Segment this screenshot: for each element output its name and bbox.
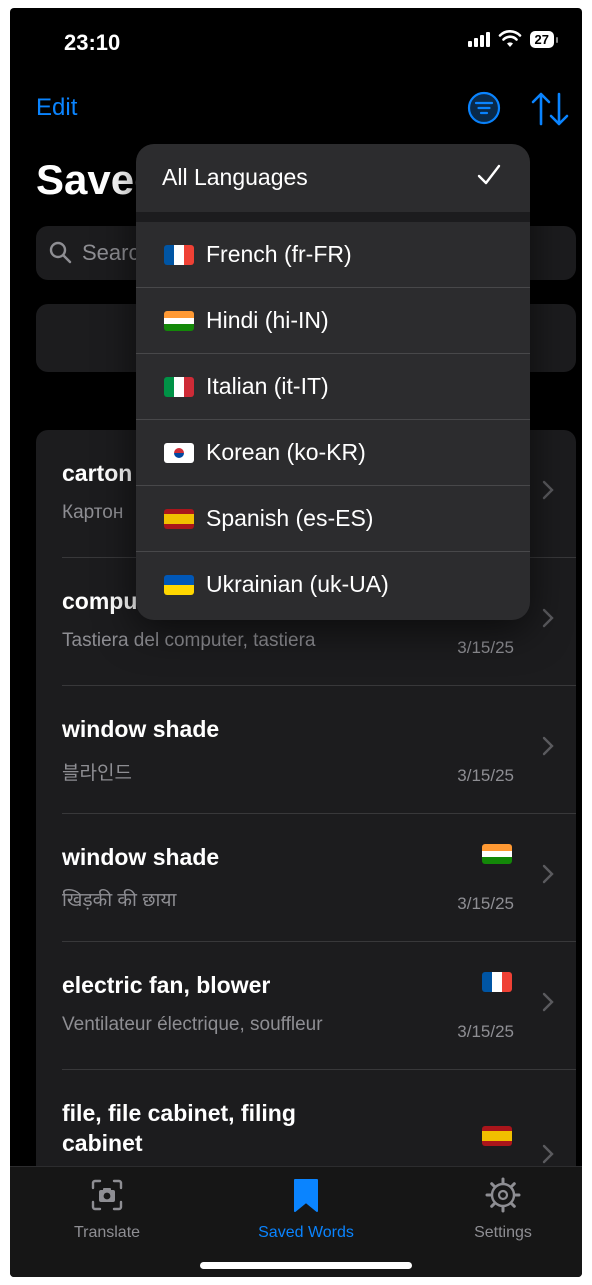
status-time: 23:10	[64, 30, 121, 55]
list-item[interactable]: window shade 블라인드 3/15/25	[36, 686, 576, 814]
flag-es-icon	[164, 509, 194, 529]
chevron-right-icon	[542, 480, 554, 500]
word-term: file, file cabinet, filing cabinet	[62, 1100, 296, 1156]
camera-icon	[91, 1179, 123, 1211]
menu-item-label: Hindi (hi-IN)	[206, 307, 329, 333]
word-translation: 블라인드	[62, 763, 132, 784]
chevron-right-icon	[542, 864, 554, 884]
tab-label: Translate	[73, 1224, 141, 1241]
phone-screen: 23:10 27 Edit Saved Words Search	[10, 8, 582, 1277]
chevron-right-icon	[542, 736, 554, 756]
word-translation: Ventilateur électrique, souffleur	[62, 1014, 323, 1035]
edit-button[interactable]: Edit	[36, 94, 77, 122]
bookmark-icon	[294, 1179, 318, 1212]
word-translation: Картон	[62, 502, 124, 523]
word-term: window shade	[62, 716, 220, 742]
menu-item-label: Italian (it-IT)	[206, 373, 329, 399]
word-date: 3/15/25	[457, 766, 514, 785]
menu-item-korean[interactable]: Korean (ko-KR)	[136, 420, 530, 486]
flag-es-icon	[482, 1126, 512, 1146]
menu-item-ukrainian[interactable]: Ukrainian (uk-UA)	[136, 552, 530, 618]
tab-saved-words[interactable]: Saved Words	[231, 1177, 381, 1242]
word-term: window shade	[62, 844, 220, 870]
battery-indicator: 27	[529, 30, 559, 48]
flag-kr-icon	[164, 443, 194, 463]
flag-fr-icon	[164, 245, 194, 265]
flag-it-icon	[164, 377, 194, 397]
menu-item-french[interactable]: French (fr-FR)	[136, 222, 530, 288]
flag-fr-icon	[482, 972, 512, 992]
word-term: carton	[62, 460, 133, 486]
menu-item-italian[interactable]: Italian (it-IT)	[136, 354, 530, 420]
word-term: compu	[62, 588, 138, 614]
filter-icon[interactable]	[466, 90, 502, 126]
tab-translate[interactable]: Translate	[32, 1177, 182, 1242]
flag-ua-icon	[164, 575, 194, 595]
gear-icon	[485, 1177, 521, 1213]
menu-item-label: French (fr-FR)	[206, 241, 352, 267]
menu-item-label: Korean (ko-KR)	[206, 439, 366, 465]
flag-in-icon	[164, 311, 194, 331]
status-icons: 27	[467, 30, 559, 48]
menu-item-label: Spanish (es-ES)	[206, 505, 374, 531]
tab-settings[interactable]: Settings	[428, 1177, 578, 1242]
menu-item-label: All Languages	[162, 164, 308, 190]
menu-item-all-languages[interactable]: All Languages	[136, 144, 530, 212]
chevron-right-icon	[542, 608, 554, 628]
tab-label: Settings	[474, 1224, 532, 1241]
sort-icon[interactable]	[530, 90, 570, 128]
flag-in-icon	[482, 844, 512, 864]
tab-bar: Translate Saved Words Settings	[10, 1166, 582, 1277]
list-item[interactable]: electric fan, blower Ventilateur électri…	[36, 942, 576, 1070]
search-icon	[49, 241, 72, 264]
menu-item-label: Ukrainian (uk-UA)	[206, 571, 389, 597]
wifi-icon	[498, 30, 521, 47]
tab-label: Saved Words	[258, 1224, 354, 1241]
word-translation: खिड़की की छाया	[62, 890, 177, 911]
list-item[interactable]: window shade खिड़की की छाया 3/15/25	[36, 814, 576, 942]
word-date: 3/15/25	[457, 638, 514, 657]
language-filter-menu: All Languages French (fr-FR) Hindi (hi-I…	[136, 144, 530, 620]
chevron-right-icon	[542, 992, 554, 1012]
chevron-right-icon	[542, 1144, 554, 1164]
home-indicator	[200, 1262, 412, 1269]
word-translation: Tastiera del computer, tastiera	[62, 630, 316, 651]
word-date: 3/15/25	[457, 1022, 514, 1041]
word-term: electric fan, blower	[62, 972, 271, 998]
checkmark-icon	[477, 164, 501, 185]
menu-item-spanish[interactable]: Spanish (es-ES)	[136, 486, 530, 552]
signal-icon	[467, 31, 490, 47]
menu-item-hindi[interactable]: Hindi (hi-IN)	[136, 288, 530, 354]
word-date: 3/15/25	[457, 894, 514, 913]
